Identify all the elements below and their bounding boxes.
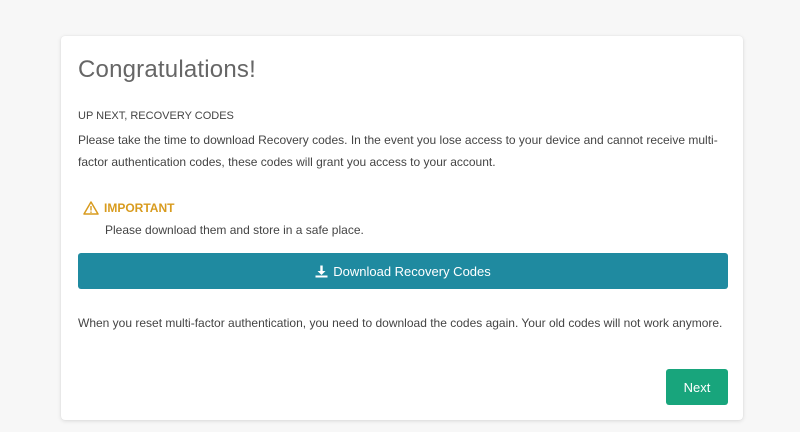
recovery-codes-subheading: UP NEXT, RECOVERY CODES [78,110,234,122]
page-title: Congratulations! [78,56,256,83]
reset-note: When you reset multi-factor authenticati… [78,316,723,330]
important-heading: IMPORTANT [83,201,364,215]
download-recovery-codes-button[interactable]: Download Recovery Codes [78,253,728,289]
recovery-codes-intro: Please take the time to download Recover… [78,133,718,169]
download-icon [315,265,328,278]
important-notice: IMPORTANT Please download them and store… [83,201,364,237]
mfa-complete-card: Congratulations! UP NEXT, RECOVERY CODES… [61,36,743,420]
important-label: IMPORTANT [104,201,175,215]
download-button-label: Download Recovery Codes [333,263,491,279]
important-text: Please download them and store in a safe… [105,223,364,237]
next-button[interactable]: Next [666,369,728,405]
warning-icon [83,201,99,215]
